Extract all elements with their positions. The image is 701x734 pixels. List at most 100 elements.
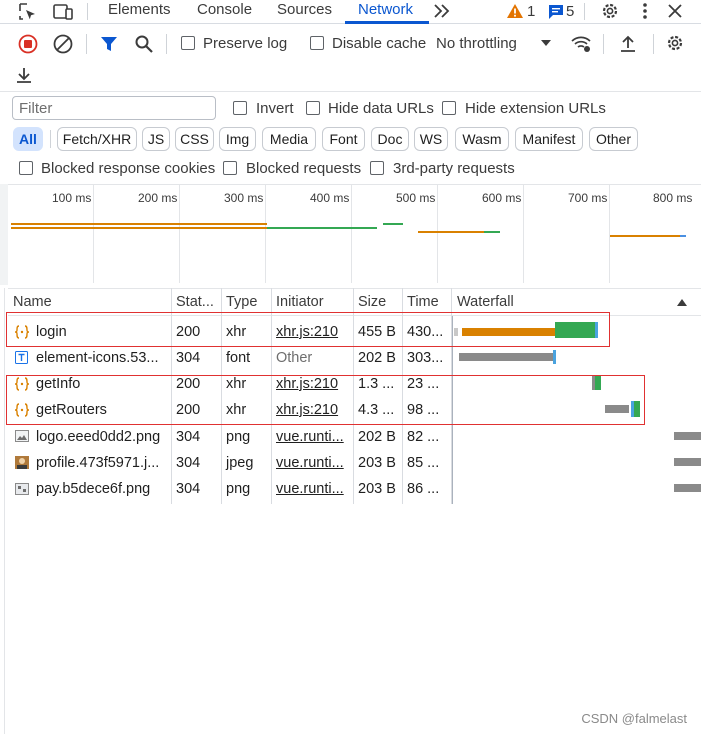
- tab-console[interactable]: Console: [197, 0, 252, 24]
- overview-bar: [610, 235, 680, 237]
- sort-ascending-icon[interactable]: [676, 298, 688, 307]
- overview-tick-label: 800 ms: [653, 191, 693, 205]
- overview-bar: [11, 223, 267, 225]
- hide-data-urls-checkbox[interactable]: [306, 101, 320, 115]
- tab-separator: [87, 3, 88, 20]
- request-name[interactable]: profile.473f5971.j...: [31, 450, 171, 476]
- type-filter-font[interactable]: Font: [322, 127, 365, 151]
- table-row[interactable]: logo.eeed0dd2.png 304 png vue.runti... 2…: [8, 424, 701, 450]
- overview-gridline: [523, 185, 524, 283]
- request-initiator[interactable]: vue.runti...: [271, 450, 352, 476]
- table-row[interactable]: element-icons.53... 304 font Other 202 B…: [8, 345, 701, 371]
- overview-bar: [418, 231, 484, 233]
- third-party-requests-label: 3rd-party requests: [393, 160, 515, 177]
- network-settings-gear-icon[interactable]: [665, 33, 685, 53]
- invert-checkbox[interactable]: [233, 101, 247, 115]
- request-type: png: [226, 429, 251, 445]
- request-status: 304: [176, 429, 201, 445]
- watermark: CSDN @falmelast: [581, 711, 687, 726]
- overview-tick-label: 100 ms: [52, 191, 92, 205]
- toolbar-separator: [603, 34, 604, 54]
- filter-funnel-icon[interactable]: [100, 35, 118, 53]
- highlight-box-login: [6, 312, 610, 347]
- chevron-down-icon[interactable]: [540, 39, 552, 47]
- type-filter-other[interactable]: Other: [589, 127, 638, 151]
- warning-count[interactable]: 1: [527, 3, 535, 21]
- active-tab-indicator: [345, 21, 429, 24]
- toolbar-separator: [166, 34, 167, 54]
- toolbar-separator: [86, 34, 87, 54]
- request-name[interactable]: element-icons.53...: [31, 345, 171, 371]
- network-conditions-icon[interactable]: [570, 34, 592, 54]
- overview-gridline: [265, 185, 266, 283]
- font-icon: [15, 351, 28, 364]
- type-filter-all[interactable]: All: [13, 127, 43, 151]
- disable-cache-checkbox[interactable]: [310, 36, 324, 50]
- type-filter-wasm[interactable]: Wasm: [455, 127, 509, 151]
- type-filter-js[interactable]: JS: [142, 127, 170, 151]
- table-row[interactable]: pay.b5dece6f.png 304 png vue.runti... 20…: [8, 476, 701, 502]
- preserve-log-checkbox[interactable]: [181, 36, 195, 50]
- request-time: 85 ...: [407, 455, 440, 471]
- overview-gridline: [93, 185, 94, 283]
- settings-gear-icon[interactable]: [600, 1, 620, 21]
- export-har-icon[interactable]: [14, 65, 34, 85]
- tab-separator: [584, 3, 585, 20]
- waterfall-queued-bar: [459, 353, 553, 361]
- type-filter-css[interactable]: CSS: [175, 127, 214, 151]
- blocked-requests-checkbox[interactable]: [223, 161, 237, 175]
- type-filter-img[interactable]: Img: [219, 127, 256, 151]
- warning-icon[interactable]: [506, 3, 524, 19]
- waterfall-queued-bar: [674, 432, 701, 440]
- waterfall-queued-bar: [674, 458, 701, 466]
- hide-extension-urls-checkbox[interactable]: [442, 101, 456, 115]
- disable-cache-label: Disable cache: [332, 35, 427, 52]
- import-har-icon[interactable]: [618, 34, 638, 54]
- overview-gridline: [609, 185, 610, 283]
- third-party-requests-checkbox[interactable]: [370, 161, 384, 175]
- request-time: 303...: [407, 350, 444, 366]
- search-icon[interactable]: [134, 34, 154, 54]
- kebab-menu-icon[interactable]: [639, 2, 651, 20]
- toolbar-separator: [653, 34, 654, 54]
- request-size: 202 B: [358, 429, 396, 445]
- table-row[interactable]: profile.473f5971.j... 304 jpeg vue.runti…: [8, 450, 701, 476]
- inspect-element-icon[interactable]: [18, 2, 38, 22]
- blocked-response-cookies-label: Blocked response cookies: [41, 160, 216, 177]
- type-filter-manifest[interactable]: Manifest: [515, 127, 583, 151]
- request-initiator[interactable]: vue.runti...: [271, 476, 352, 502]
- message-icon[interactable]: [548, 4, 564, 20]
- request-status: 304: [176, 350, 201, 366]
- request-name[interactable]: pay.b5dece6f.png: [31, 476, 171, 502]
- more-tabs-icon[interactable]: [432, 3, 452, 19]
- request-size: 203 B: [358, 481, 396, 497]
- request-size: 203 B: [358, 455, 396, 471]
- tab-elements[interactable]: Elements: [108, 0, 171, 24]
- network-overview[interactable]: 100 ms 200 ms 300 ms 400 ms 500 ms 600 m…: [8, 184, 701, 285]
- type-filter-fetch-xhr[interactable]: Fetch/XHR: [57, 127, 137, 151]
- request-status: 304: [176, 481, 201, 497]
- preserve-log-label: Preserve log: [203, 35, 288, 52]
- message-count[interactable]: 5: [566, 3, 574, 21]
- type-filter-doc[interactable]: Doc: [371, 127, 409, 151]
- device-toolbar-icon[interactable]: [52, 2, 74, 22]
- blocked-response-cookies-checkbox[interactable]: [19, 161, 33, 175]
- image-icon: [15, 483, 29, 495]
- waterfall-end-bar: [553, 350, 556, 364]
- close-icon[interactable]: [667, 3, 683, 19]
- overview-left-handle[interactable]: [0, 184, 8, 285]
- type-filter-ws[interactable]: WS: [414, 127, 448, 151]
- request-initiator[interactable]: vue.runti...: [271, 424, 352, 450]
- tab-sources[interactable]: Sources: [277, 0, 332, 24]
- overview-tick-label: 500 ms: [396, 191, 436, 205]
- filter-input[interactable]: [12, 96, 216, 120]
- clear-icon[interactable]: [53, 34, 73, 54]
- type-filter-media[interactable]: Media: [262, 127, 316, 151]
- request-name[interactable]: logo.eeed0dd2.png: [31, 424, 171, 450]
- record-stop-icon[interactable]: [18, 34, 38, 54]
- overview-gridline: [437, 185, 438, 283]
- throttling-select[interactable]: No throttling: [436, 35, 517, 53]
- invert-label: Invert: [256, 100, 294, 117]
- overview-tick-label: 700 ms: [568, 191, 608, 205]
- overview-bar: [484, 231, 500, 233]
